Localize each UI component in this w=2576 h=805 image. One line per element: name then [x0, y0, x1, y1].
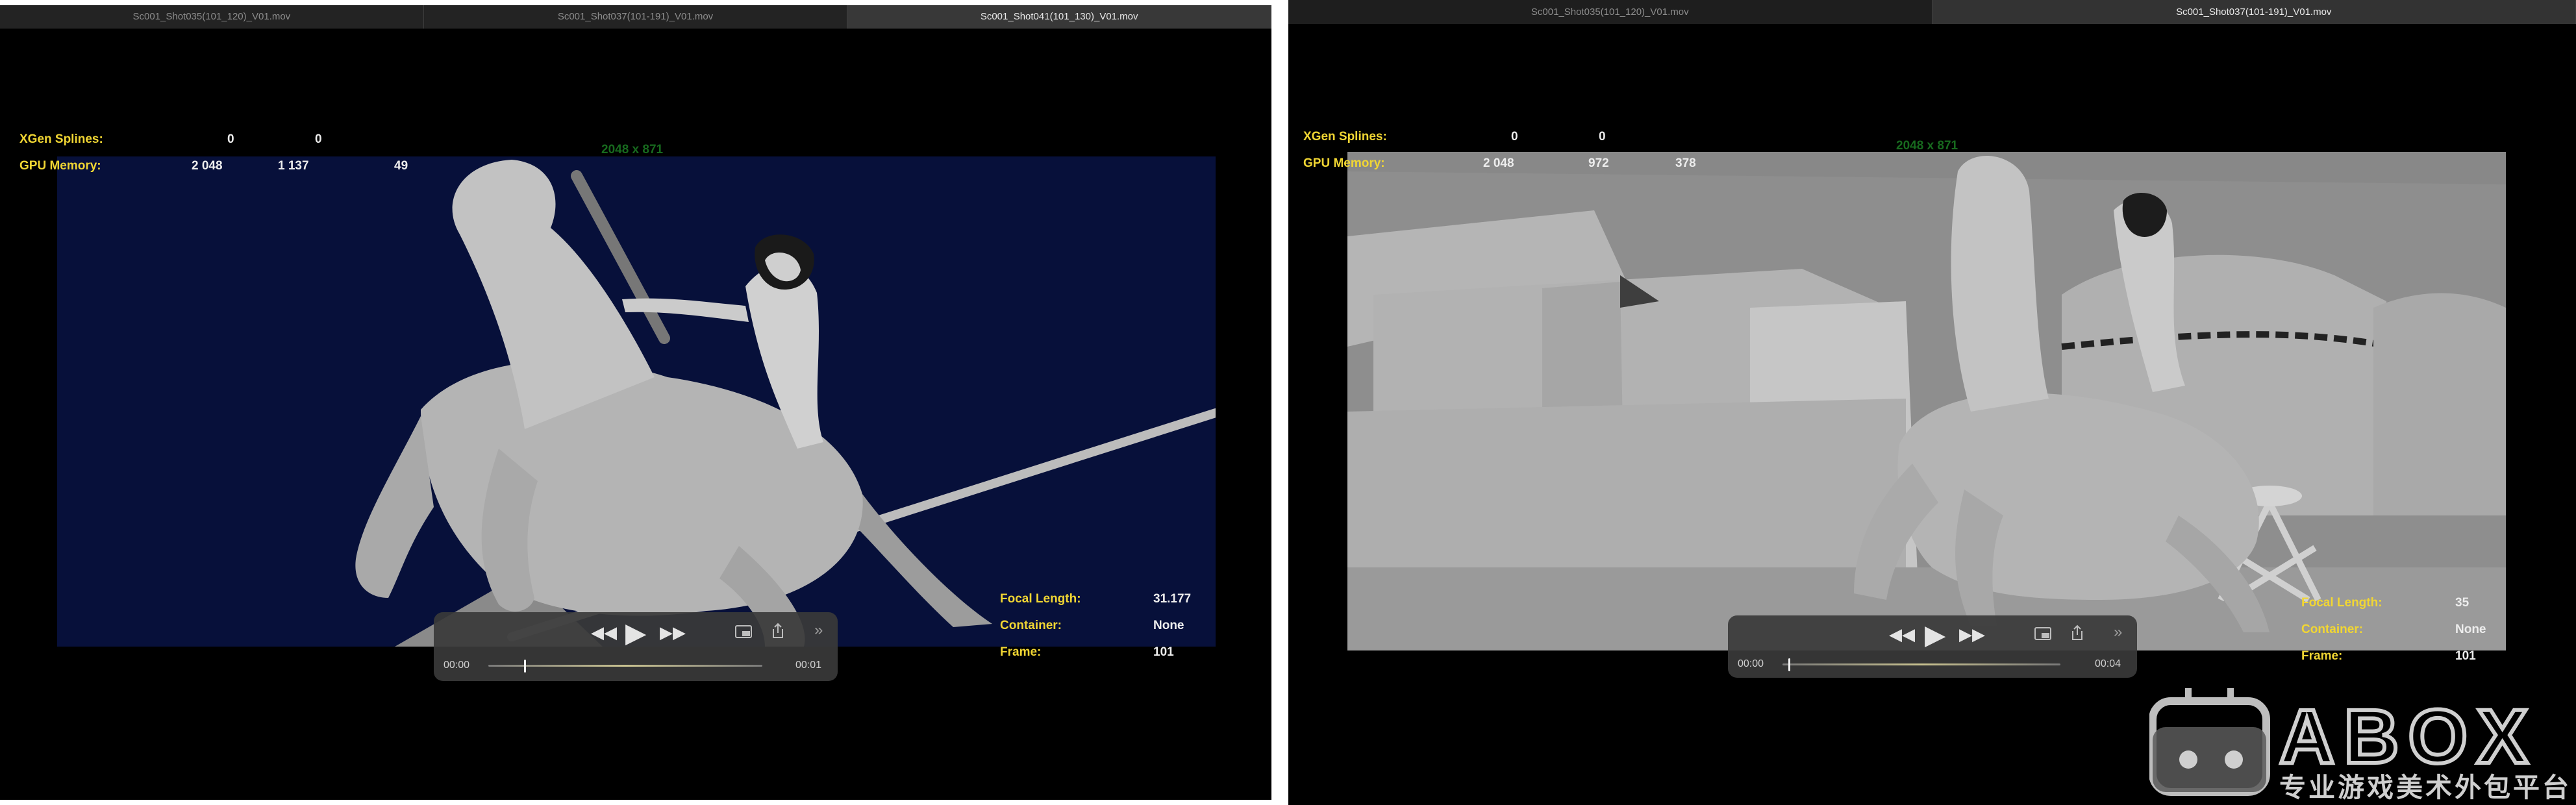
duration-time: 00:04: [2095, 658, 2121, 669]
current-time: 00:00: [1738, 658, 1764, 669]
horse-rider-render: [57, 156, 1216, 647]
scrubber-playhead[interactable]: [1788, 658, 1790, 671]
focal-length-value: 35: [2455, 596, 2470, 610]
village-scene-render: [1347, 152, 2506, 650]
playback-controls: ◀◀ ▶ ▶▶ » 00:00 00:04: [1728, 615, 2137, 678]
viewport-frame: [1347, 152, 2506, 650]
focal-length-label: Focal Length:: [1000, 592, 1081, 606]
gpu-memory-value-3: 49: [394, 159, 408, 173]
more-chevron-icon[interactable]: »: [814, 623, 823, 638]
gpu-memory-value-1: 2 048: [1483, 156, 1514, 170]
watermark-tagline: 专业游戏美术外包平台: [2279, 772, 2571, 802]
tab-shot035[interactable]: Sc001_Shot035(101_120)_V01.mov: [1288, 0, 1932, 24]
focal-length-label: Focal Length:: [2301, 596, 2382, 610]
playback-controls: ◀◀ ▶ ▶▶ » 00:00 00:01: [434, 612, 838, 681]
container-label: Container:: [2301, 623, 2363, 636]
duration-time: 00:01: [795, 660, 822, 671]
frame-value: 101: [2455, 649, 2476, 663]
container-label: Container:: [1000, 619, 1062, 632]
watermark-brand: ABOX: [2279, 694, 2537, 780]
xgen-splines-label: XGen Splines:: [1303, 130, 1387, 143]
frame-label: Frame:: [1000, 645, 1042, 659]
xgen-splines-value-2: 0: [1599, 130, 1606, 143]
gpu-memory-label: GPU Memory:: [1303, 156, 1385, 170]
right-tab-bar: Sc001_Shot035(101_120)_V01.mov Sc001_Sho…: [1288, 0, 2576, 24]
xgen-splines-value-1: 0: [227, 132, 234, 146]
xgen-splines-value-1: 0: [1511, 130, 1518, 143]
tab-shot035[interactable]: Sc001_Shot035(101_120)_V01.mov: [0, 5, 424, 29]
scrubber-track[interactable]: [488, 665, 762, 667]
xgen-splines-value-2: 0: [315, 132, 322, 146]
scrubber-playhead[interactable]: [523, 660, 526, 673]
play-icon[interactable]: ▶: [1925, 621, 1945, 649]
frame-label: Frame:: [2301, 649, 2343, 663]
abox-watermark-logo: ABOX 专业游戏美术外包平台: [2149, 688, 2571, 802]
resolution-gate-label: 2048 x 871: [601, 143, 664, 156]
picture-in-picture-icon[interactable]: [734, 623, 753, 642]
tab-shot041[interactable]: Sc001_Shot041(101_130)_V01.mov: [847, 5, 1271, 29]
focal-length-value: 31.177: [1153, 592, 1192, 606]
gpu-memory-value-2: 972: [1588, 156, 1609, 170]
viewport-frame: [57, 156, 1216, 647]
gpu-memory-label: GPU Memory:: [19, 159, 101, 173]
current-time: 00:00: [444, 660, 470, 671]
fast-forward-icon[interactable]: ▶▶: [1959, 626, 1985, 643]
resolution-gate-label: 2048 x 871: [1896, 139, 1958, 153]
rewind-icon[interactable]: ◀◀: [591, 624, 617, 641]
gpu-memory-value-2: 1 137: [278, 159, 309, 173]
left-player-window: Sc001_Shot035(101_120)_V01.mov Sc001_Sho…: [0, 5, 1271, 800]
fast-forward-icon[interactable]: ▶▶: [660, 624, 686, 641]
gpu-memory-value-3: 378: [1675, 156, 1696, 170]
more-chevron-icon[interactable]: »: [2114, 625, 2122, 640]
share-icon[interactable]: [2068, 623, 2087, 643]
rewind-icon[interactable]: ◀◀: [1889, 626, 1915, 643]
play-icon[interactable]: ▶: [625, 619, 646, 647]
xgen-splines-label: XGen Splines:: [19, 132, 103, 146]
right-player-window: Sc001_Shot035(101_120)_V01.mov Sc001_Sho…: [1288, 0, 2576, 805]
container-value: None: [1153, 619, 1184, 632]
gpu-memory-value-1: 2 048: [192, 159, 223, 173]
left-tab-bar: Sc001_Shot035(101_120)_V01.mov Sc001_Sho…: [0, 5, 1271, 29]
frame-value: 101: [1153, 645, 1174, 659]
tab-shot037[interactable]: Sc001_Shot037(101-191)_V01.mov: [424, 5, 848, 29]
container-value: None: [2455, 623, 2486, 636]
tab-shot037[interactable]: Sc001_Shot037(101-191)_V01.mov: [1932, 0, 2576, 24]
picture-in-picture-icon[interactable]: [2033, 625, 2053, 644]
share-icon[interactable]: [768, 621, 788, 641]
scrubber-track[interactable]: [1782, 663, 2060, 665]
